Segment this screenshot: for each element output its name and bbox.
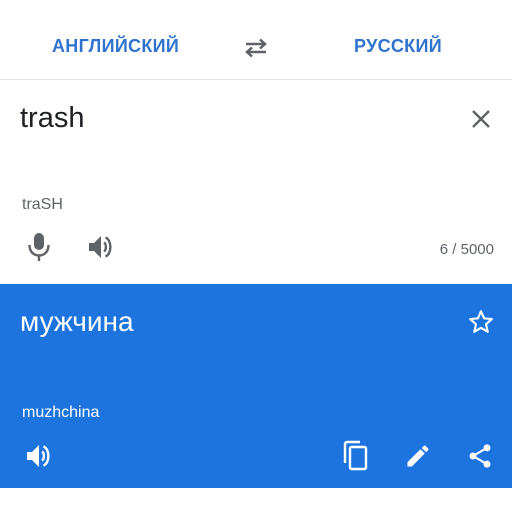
copy-icon[interactable] [340, 440, 370, 472]
target-language-button[interactable]: РУССКИЙ [354, 36, 442, 57]
swap-languages-icon[interactable] [242, 36, 270, 60]
microphone-icon[interactable] [26, 232, 52, 262]
close-icon[interactable] [469, 107, 493, 131]
character-counter: 6 / 5000 [439, 241, 494, 258]
pencil-icon[interactable] [404, 442, 432, 470]
source-text-panel: trash traSH 6 / 5000 [0, 80, 512, 284]
source-text-input[interactable]: trash [20, 102, 84, 135]
share-icon[interactable] [466, 442, 494, 470]
star-outline-icon[interactable] [467, 308, 495, 336]
volume-icon[interactable] [24, 442, 54, 470]
target-transliteration: muzhchina [22, 404, 100, 421]
source-transliteration: traSH [22, 196, 63, 213]
language-bar: АНГЛИЙСКИЙ РУССКИЙ [0, 0, 512, 80]
translated-text: мужчина [20, 306, 134, 337]
volume-icon[interactable] [86, 233, 116, 261]
source-language-button[interactable]: АНГЛИЙСКИЙ [52, 36, 179, 57]
translation-panel: мужчина muzhchina [0, 284, 512, 488]
